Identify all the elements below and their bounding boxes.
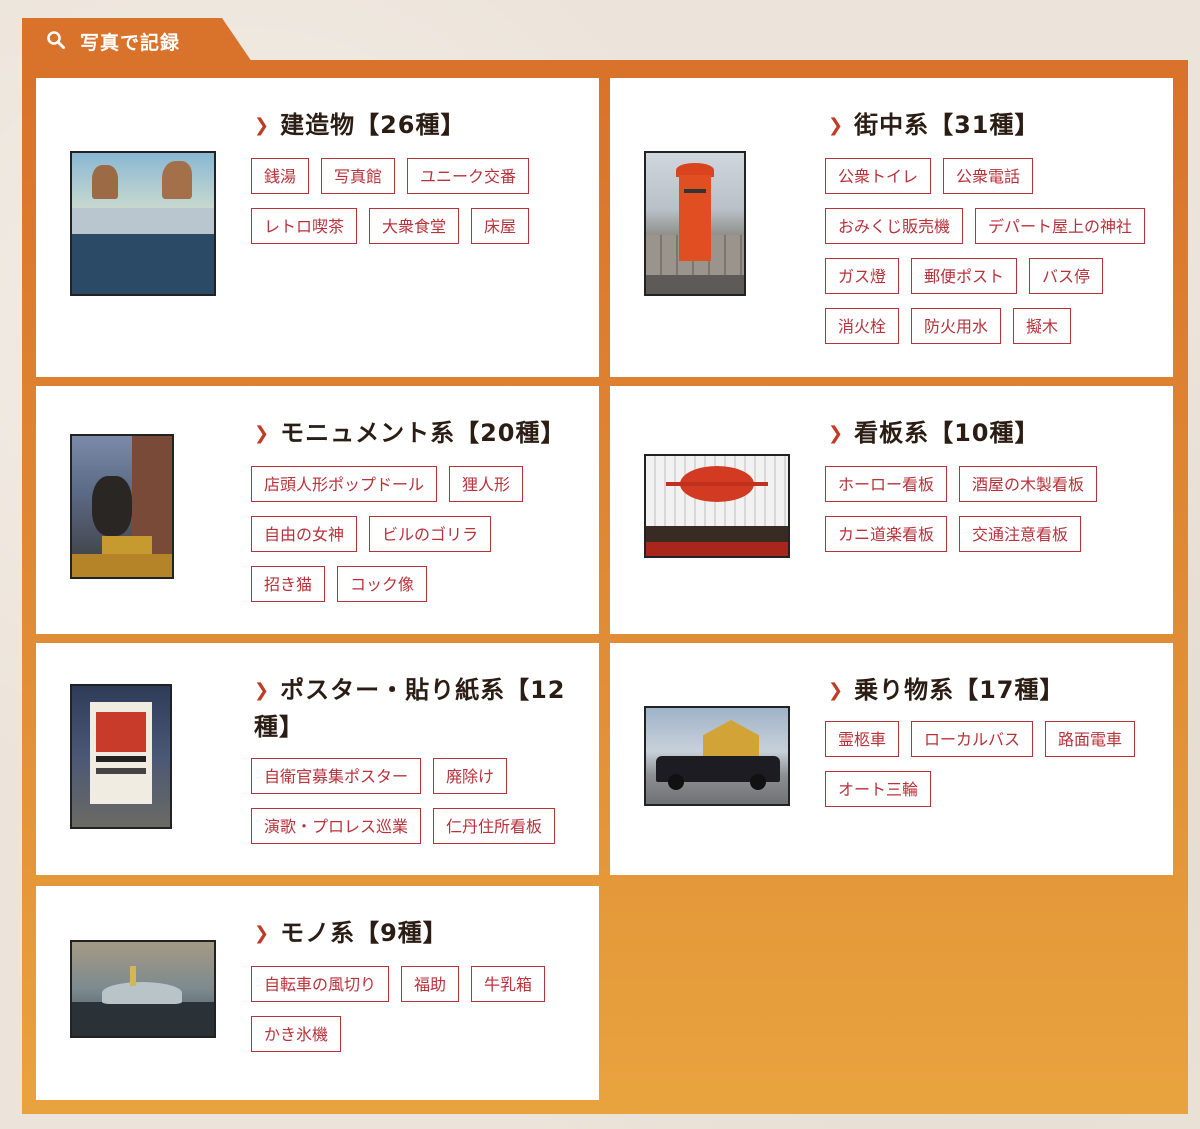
tag-link[interactable]: 自由の女神 — [251, 516, 358, 552]
category-card-posters: ❯ ポスター・貼り紙系【12種】 自衛官募集ポスター 廃除け 演歌・プロレス巡業 … — [36, 643, 599, 875]
thumbnail-postbox[interactable] — [644, 151, 746, 296]
tag-link[interactable]: 防火用水 — [911, 308, 1002, 344]
tag-link[interactable]: 店頭人形ポップドール — [251, 466, 438, 502]
search-icon — [47, 31, 65, 49]
tag-link[interactable]: 仁丹住所看板 — [433, 808, 556, 844]
category-card-monuments: ❯ モニュメント系【20種】 店頭人形ポップドール 狸人形 自由の女神 ビルのゴリ… — [36, 386, 599, 634]
thumbnail-poster[interactable] — [70, 684, 172, 829]
tag-link[interactable]: 狸人形 — [449, 466, 524, 502]
tag-link[interactable]: 公衆電話 — [943, 158, 1034, 194]
tag-list: 店頭人形ポップドール 狸人形 自由の女神 ビルのゴリラ 招き猫 コック像 — [251, 466, 551, 602]
thumbnail-hearse[interactable] — [644, 706, 790, 806]
category-card-street: ❯ 街中系【31種】 公衆トイレ 公衆電話 おみくじ販売機 デパート屋上の神社 ガ… — [610, 78, 1173, 377]
section-header-tab: 写真で記録 — [22, 18, 252, 62]
category-card-vehicles: ❯ 乗り物系【17種】 霊柩車 ローカルバス 路面電車 オート三輪 — [610, 643, 1173, 875]
category-title[interactable]: ❯ 建造物【26種】 — [254, 108, 584, 145]
tag-link[interactable]: 演歌・プロレス巡業 — [251, 808, 422, 844]
category-title[interactable]: ❯ 街中系【31種】 — [828, 108, 1158, 145]
tag-link[interactable]: 郵便ポスト — [911, 258, 1018, 294]
thumbnail-bathhouse[interactable] — [70, 151, 216, 296]
tag-link[interactable]: バス停 — [1029, 258, 1104, 294]
tag-link[interactable]: コック像 — [337, 566, 428, 602]
tag-link[interactable]: 廃除け — [433, 758, 508, 794]
thumbnail-gorilla[interactable] — [70, 434, 174, 579]
tag-link[interactable]: 福助 — [401, 966, 460, 1002]
chevron-right-icon: ❯ — [828, 115, 845, 136]
category-card-buildings: ❯ 建造物【26種】 銭湯 写真館 ユニーク交番 レトロ喫茶 大衆食堂 床屋 — [36, 78, 599, 377]
tag-link[interactable]: 交通注意看板 — [959, 516, 1082, 552]
tag-link[interactable]: かき氷機 — [251, 1016, 342, 1052]
category-title[interactable]: ❯ ポスター・貼り紙系【12種】 — [254, 673, 584, 744]
tag-link[interactable]: 写真館 — [321, 158, 396, 194]
tag-list: 公衆トイレ 公衆電話 おみくじ販売機 デパート屋上の神社 ガス燈 郵便ポスト バ… — [825, 158, 1165, 344]
category-title[interactable]: ❯ 乗り物系【17種】 — [828, 673, 1158, 710]
tag-link[interactable]: 公衆トイレ — [825, 158, 932, 194]
tag-list: 銭湯 写真館 ユニーク交番 レトロ喫茶 大衆食堂 床屋 — [251, 158, 586, 244]
tag-link[interactable]: 招き猫 — [251, 566, 326, 602]
category-title[interactable]: ❯ 看板系【10種】 — [828, 416, 1158, 453]
tag-list: 自転車の風切り 福助 牛乳箱 かき氷機 — [251, 966, 571, 1052]
tag-link[interactable]: 消火栓 — [825, 308, 900, 344]
tag-link[interactable]: カニ道楽看板 — [825, 516, 948, 552]
tag-link[interactable]: 路面電車 — [1045, 721, 1136, 757]
chevron-right-icon: ❯ — [828, 423, 845, 444]
tag-link[interactable]: 霊柩車 — [825, 721, 900, 757]
category-title[interactable]: ❯ モニュメント系【20種】 — [254, 416, 589, 453]
tag-link[interactable]: 大衆食堂 — [369, 208, 460, 244]
tag-list: 霊柩車 ローカルバス 路面電車 オート三輪 — [825, 721, 1165, 807]
chevron-right-icon: ❯ — [254, 423, 271, 444]
thumbnail-crab-sign[interactable] — [644, 454, 790, 558]
tag-link[interactable]: 牛乳箱 — [471, 966, 546, 1002]
tag-link[interactable]: ガス燈 — [825, 258, 900, 294]
category-card-objects: ❯ モノ系【9種】 自転車の風切り 福助 牛乳箱 かき氷機 — [36, 886, 599, 1100]
chevron-right-icon: ❯ — [254, 115, 271, 136]
tag-link[interactable]: 銭湯 — [251, 158, 310, 194]
tag-link[interactable]: ホーロー看板 — [825, 466, 948, 502]
tag-link[interactable]: 自衛官募集ポスター — [251, 758, 422, 794]
tag-link[interactable]: レトロ喫茶 — [251, 208, 358, 244]
tag-link[interactable]: 擬木 — [1013, 308, 1072, 344]
category-card-signboards: ❯ 看板系【10種】 ホーロー看板 酒屋の木製看板 カニ道楽看板 交通注意看板 — [610, 386, 1173, 634]
chevron-right-icon: ❯ — [254, 923, 271, 944]
tag-list: ホーロー看板 酒屋の木製看板 カニ道楽看板 交通注意看板 — [825, 466, 1125, 552]
tag-link[interactable]: おみくじ販売機 — [825, 208, 964, 244]
tag-link[interactable]: 酒屋の木製看板 — [959, 466, 1098, 502]
thumbnail-bicycle-ornament[interactable] — [70, 940, 216, 1038]
tag-link[interactable]: ユニーク交番 — [407, 158, 530, 194]
tag-link[interactable]: ローカルバス — [911, 721, 1034, 757]
chevron-right-icon: ❯ — [828, 680, 845, 701]
category-title[interactable]: ❯ モノ系【9種】 — [254, 916, 584, 953]
chevron-right-icon: ❯ — [254, 680, 271, 701]
tag-list: 自衛官募集ポスター 廃除け 演歌・プロレス巡業 仁丹住所看板 — [251, 758, 581, 844]
tag-link[interactable]: ビルのゴリラ — [369, 516, 492, 552]
tag-link[interactable]: オート三輪 — [825, 771, 932, 807]
tag-link[interactable]: 自転車の風切り — [251, 966, 390, 1002]
section-title: 写真で記録 — [80, 32, 181, 54]
tag-link[interactable]: 床屋 — [471, 208, 530, 244]
tag-link[interactable]: デパート屋上の神社 — [975, 208, 1146, 244]
